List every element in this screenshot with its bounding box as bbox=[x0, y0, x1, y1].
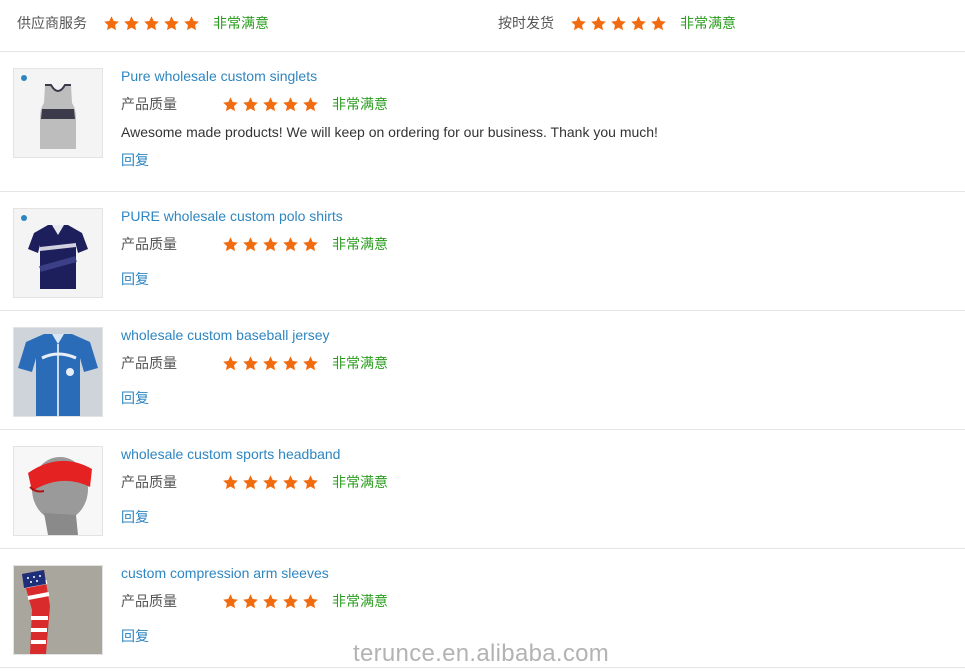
satisfaction-text: 非常满意 bbox=[332, 474, 388, 490]
singlet-image[interactable] bbox=[13, 68, 103, 158]
product-quality-label: 产品质量 bbox=[121, 593, 177, 609]
product-quality-rating: 产品质量 非常满意 bbox=[121, 235, 388, 253]
polo-shirt-image[interactable] bbox=[13, 208, 103, 298]
on-time-delivery-rating: 按时发货 非常满意 bbox=[498, 12, 736, 34]
arm-sleeve-image[interactable] bbox=[13, 565, 103, 655]
polo-shirt-icon bbox=[14, 209, 102, 297]
product-quality-rating: 产品质量 非常满意 bbox=[121, 473, 388, 491]
product-quality-label: 产品质量 bbox=[121, 355, 177, 371]
star-icon bbox=[242, 593, 259, 610]
star-rating bbox=[222, 96, 322, 113]
star-icon bbox=[103, 15, 120, 32]
review-comment: Awesome made products! We will keep on o… bbox=[121, 124, 658, 140]
star-icon bbox=[590, 15, 607, 32]
summary-ratings: 供应商服务 非常满意 按时发货 非常满意 bbox=[0, 0, 965, 52]
star-icon bbox=[630, 15, 647, 32]
reply-link[interactable]: 回复 bbox=[121, 626, 149, 646]
reply-link[interactable]: 回复 bbox=[121, 269, 149, 289]
product-quality-rating: 产品质量 非常满意 bbox=[121, 592, 388, 610]
satisfaction-text: 非常满意 bbox=[332, 236, 388, 252]
reply-link[interactable]: 回复 bbox=[121, 507, 149, 527]
star-icon bbox=[302, 355, 319, 372]
star-icon bbox=[262, 236, 279, 253]
on-time-delivery-label: 按时发货 bbox=[498, 15, 554, 31]
star-icon bbox=[650, 15, 667, 32]
star-icon bbox=[302, 474, 319, 491]
satisfaction-text: 非常满意 bbox=[680, 15, 736, 31]
star-icon bbox=[242, 355, 259, 372]
star-icon bbox=[183, 15, 200, 32]
watermark: terunce.en.alibaba.com bbox=[353, 640, 610, 667]
product-quality-rating: 产品质量 非常满意 bbox=[121, 354, 388, 372]
star-icon bbox=[282, 236, 299, 253]
star-icon bbox=[262, 96, 279, 113]
product-title-link[interactable]: Pure wholesale custom singlets bbox=[121, 68, 317, 84]
star-rating bbox=[103, 15, 203, 32]
star-icon bbox=[143, 15, 160, 32]
satisfaction-text: 非常满意 bbox=[332, 96, 388, 112]
baseball-jersey-image[interactable] bbox=[13, 327, 103, 417]
star-rating bbox=[222, 593, 322, 610]
star-rating bbox=[222, 236, 322, 253]
satisfaction-text: 非常满意 bbox=[213, 15, 269, 31]
product-title-link[interactable]: custom compression arm sleeves bbox=[121, 565, 329, 581]
star-icon bbox=[262, 593, 279, 610]
singlet-icon bbox=[14, 69, 102, 157]
satisfaction-text: 非常满意 bbox=[332, 593, 388, 609]
review-item: wholesale custom sports headband 产品质量 非常… bbox=[0, 430, 965, 549]
review-item: wholesale custom baseball jersey 产品质量 非常… bbox=[0, 311, 965, 430]
star-icon bbox=[222, 355, 239, 372]
star-icon bbox=[222, 593, 239, 610]
headband-image[interactable] bbox=[13, 446, 103, 536]
product-quality-rating: 产品质量 非常满意 bbox=[121, 95, 388, 113]
star-icon bbox=[282, 96, 299, 113]
supplier-service-rating: 供应商服务 非常满意 bbox=[17, 12, 269, 34]
product-quality-label: 产品质量 bbox=[121, 96, 177, 112]
star-icon bbox=[242, 96, 259, 113]
star-icon bbox=[282, 474, 299, 491]
product-title-link[interactable]: PURE wholesale custom polo shirts bbox=[121, 208, 343, 224]
reply-link[interactable]: 回复 bbox=[121, 150, 149, 170]
product-quality-label: 产品质量 bbox=[121, 236, 177, 252]
review-item: PURE wholesale custom polo shirts 产品质量 非… bbox=[0, 192, 965, 311]
star-icon bbox=[302, 593, 319, 610]
baseball-jersey-icon bbox=[14, 328, 102, 416]
arm-sleeve-icon bbox=[14, 566, 102, 654]
star-rating bbox=[570, 15, 670, 32]
satisfaction-text: 非常满意 bbox=[332, 355, 388, 371]
star-icon bbox=[222, 474, 239, 491]
star-rating bbox=[222, 474, 322, 491]
star-icon bbox=[302, 236, 319, 253]
star-icon bbox=[222, 96, 239, 113]
star-icon bbox=[262, 355, 279, 372]
star-icon bbox=[242, 474, 259, 491]
star-rating bbox=[222, 355, 322, 372]
review-item: Pure wholesale custom singlets 产品质量 非常满意… bbox=[0, 52, 965, 192]
star-icon bbox=[123, 15, 140, 32]
supplier-service-label: 供应商服务 bbox=[17, 15, 87, 31]
product-title-link[interactable]: wholesale custom baseball jersey bbox=[121, 327, 330, 343]
star-icon bbox=[282, 593, 299, 610]
star-icon bbox=[242, 236, 259, 253]
star-icon bbox=[570, 15, 587, 32]
star-icon bbox=[282, 355, 299, 372]
star-icon bbox=[610, 15, 627, 32]
star-icon bbox=[163, 15, 180, 32]
star-icon bbox=[262, 474, 279, 491]
star-icon bbox=[222, 236, 239, 253]
star-icon bbox=[302, 96, 319, 113]
headband-icon bbox=[14, 447, 102, 535]
product-title-link[interactable]: wholesale custom sports headband bbox=[121, 446, 340, 462]
reply-link[interactable]: 回复 bbox=[121, 388, 149, 408]
product-quality-label: 产品质量 bbox=[121, 474, 177, 490]
